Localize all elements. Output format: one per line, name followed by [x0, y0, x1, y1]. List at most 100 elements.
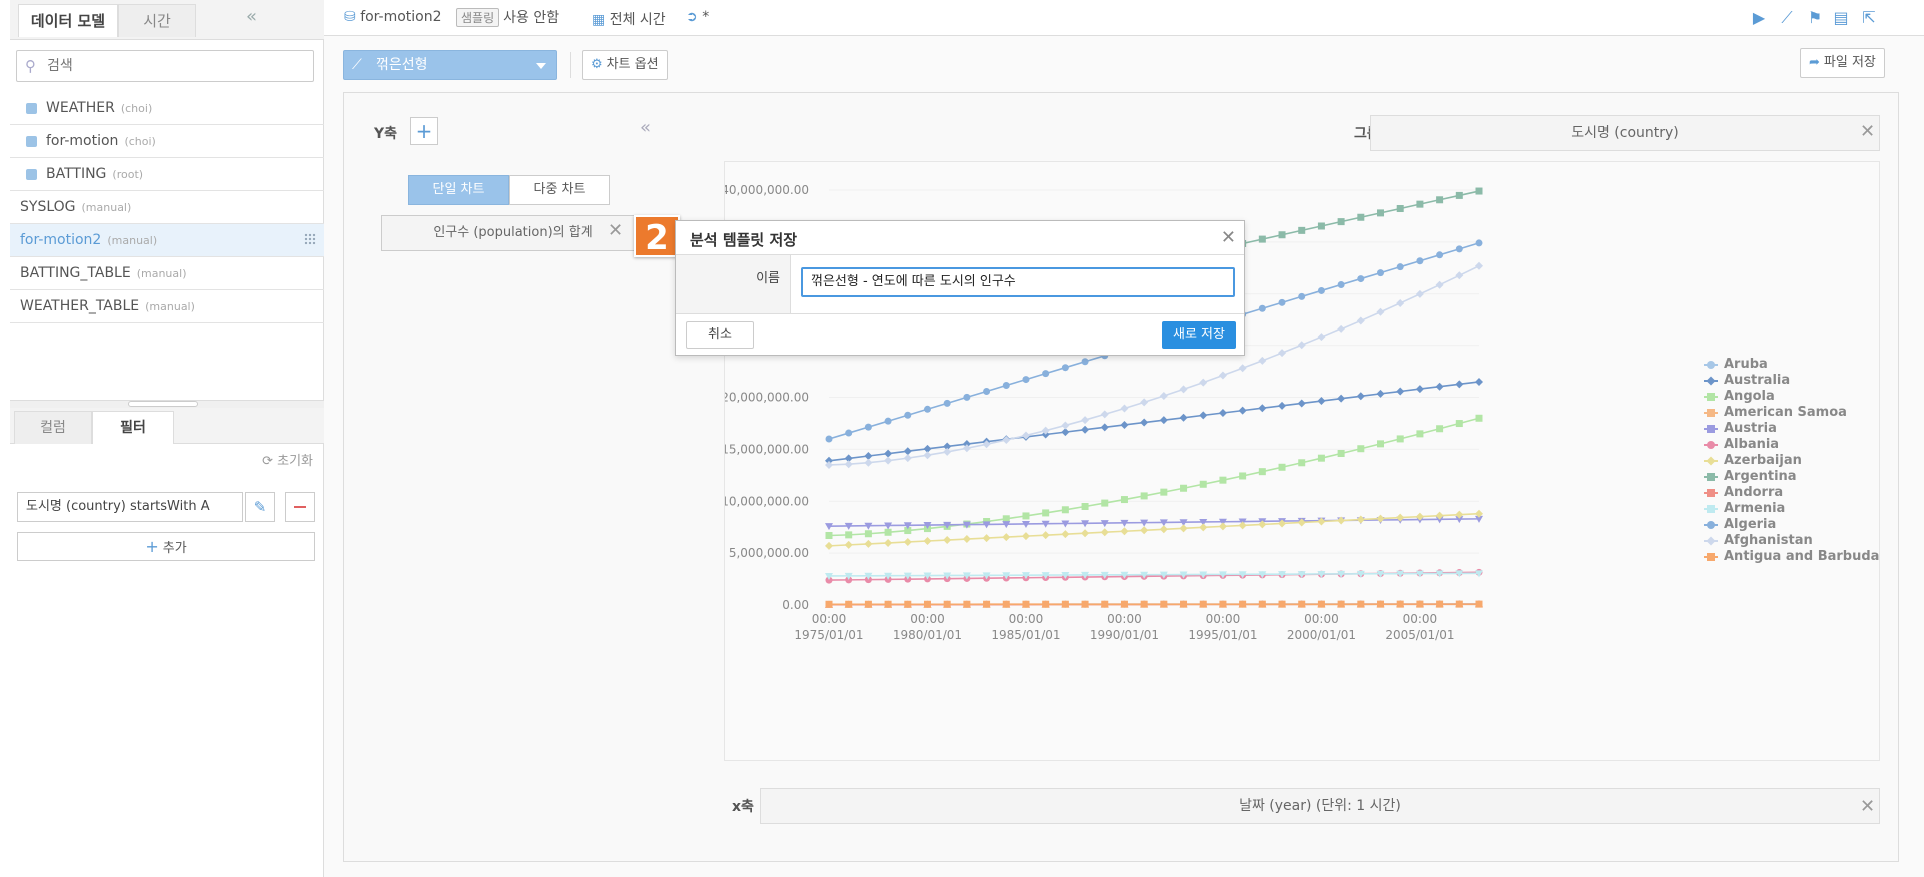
- legend-item[interactable]: Armenia: [1702, 501, 1879, 517]
- refresh-setting[interactable]: ➲ *: [686, 9, 709, 25]
- divider: [676, 313, 1244, 314]
- chart-type-select[interactable]: ⟋ 꺾은선형: [343, 50, 557, 80]
- data-point: [1278, 401, 1287, 410]
- dataset-indicator[interactable]: ⛁ for-motion2: [344, 9, 442, 25]
- data-point: [1041, 531, 1050, 540]
- tab-time[interactable]: 시간: [118, 4, 196, 37]
- legend-item[interactable]: Austria: [1702, 421, 1879, 437]
- single-chart-toggle[interactable]: 단일 차트: [408, 175, 509, 205]
- arrow-circle-icon: ➲: [686, 9, 698, 25]
- x-tick-time: 00:00: [1304, 612, 1339, 626]
- collapse-left-icon[interactable]: «: [246, 6, 257, 27]
- close-icon[interactable]: ✕: [1221, 227, 1236, 248]
- multi-chart-toggle[interactable]: 다중 차트: [509, 175, 610, 205]
- close-icon[interactable]: ✕: [1860, 798, 1875, 816]
- search-input[interactable]: [47, 56, 297, 76]
- add-label: 추가: [162, 541, 187, 556]
- legend-item[interactable]: Angola: [1702, 389, 1879, 405]
- data-point: [1081, 358, 1089, 366]
- legend-item[interactable]: Antigua and Barbuda: [1702, 549, 1879, 565]
- legend-item[interactable]: Andorra: [1702, 485, 1879, 501]
- legend-marker: [1707, 425, 1715, 433]
- dataset-item-batting[interactable]: BATTING (root): [10, 158, 324, 191]
- clipboard-icon[interactable]: ▤: [1832, 9, 1850, 27]
- data-point: [845, 429, 853, 437]
- remove-filter-button[interactable]: [285, 492, 315, 522]
- data-point: [1317, 600, 1325, 608]
- cancel-button[interactable]: 취소: [686, 321, 754, 349]
- export-icon[interactable]: ⇱: [1860, 9, 1878, 27]
- data-point: [1455, 380, 1464, 389]
- dataset-list: WEATHER (choi) for-motion (choi) BATTING (r…: [10, 92, 324, 323]
- pencil-icon[interactable]: ✎: [245, 492, 275, 522]
- legend-item[interactable]: Albania: [1702, 437, 1879, 453]
- template-name-input[interactable]: 꺾은선형 - 연도에 따른 도시의 인구수: [801, 267, 1235, 297]
- drag-handle-icon[interactable]: [304, 233, 316, 245]
- data-point: [943, 536, 952, 545]
- legend-label: Australia: [1724, 373, 1791, 388]
- pane-splitter[interactable]: [10, 400, 324, 408]
- bookmark-icon[interactable]: ⚑: [1806, 9, 1824, 27]
- dataset-item-batting-table[interactable]: BATTING_TABLE (manual): [10, 257, 324, 290]
- reset-button[interactable]: ⟳ 초기화: [262, 450, 313, 469]
- dataset-item-for-motion2[interactable]: for-motion2 (manual): [10, 224, 324, 257]
- legend-item[interactable]: Argentina: [1702, 469, 1879, 485]
- chart-options-button[interactable]: ⚙ 차트 옵션: [582, 50, 668, 80]
- data-point: [1021, 431, 1030, 440]
- splitter-handle[interactable]: [128, 401, 198, 407]
- bottom-tabs: 컬럼 필터: [10, 408, 324, 444]
- add-y-measure-button[interactable]: +: [410, 117, 438, 145]
- x-axis-field[interactable]: 날짜 (year) (단위: 1 시간): [760, 788, 1880, 824]
- legend-item[interactable]: Afghanistan: [1702, 533, 1879, 549]
- tab-columns[interactable]: 컬럼: [14, 411, 92, 444]
- save-file-label: 파일 저장: [1823, 55, 1876, 70]
- data-point: [923, 405, 931, 413]
- left-top-tabs: 데이터 모델 시간 «: [10, 0, 324, 40]
- sampling-setting[interactable]: 샘플링 사용 안함: [456, 7, 559, 27]
- link-icon: [26, 103, 37, 114]
- y-measure-chip[interactable]: 인구수 (population)의 합계: [381, 215, 645, 251]
- data-point: [1396, 205, 1404, 213]
- add-filter-button[interactable]: + 추가: [17, 532, 315, 561]
- data-point: [903, 447, 912, 456]
- data-point: [923, 536, 932, 545]
- x-tick-date: 1985/01/01: [991, 628, 1060, 642]
- tab-data-model[interactable]: 데이터 모델: [18, 4, 118, 37]
- group-field[interactable]: 도시명 (country): [1370, 115, 1880, 151]
- dataset-search[interactable]: ⚲: [16, 50, 314, 82]
- x-tick-time: 00:00: [812, 612, 847, 626]
- save-file-button[interactable]: ➦ 파일 저장: [1800, 48, 1885, 78]
- close-icon[interactable]: ✕: [1860, 123, 1875, 141]
- data-point: [1278, 463, 1286, 471]
- tab-filter[interactable]: 필터: [92, 411, 174, 444]
- chart-type-value: 꺾은선형: [376, 57, 428, 73]
- dataset-item-syslog[interactable]: SYSLOG (manual): [10, 191, 324, 224]
- link-icon: [26, 169, 37, 180]
- collapse-y-icon[interactable]: «: [640, 117, 651, 138]
- close-icon[interactable]: ✕: [608, 222, 623, 240]
- refresh-icon: ⟳: [262, 454, 273, 469]
- data-point: [1140, 526, 1149, 535]
- dataset-name: BATTING_TABLE: [20, 265, 131, 281]
- legend-item[interactable]: Algeria: [1702, 517, 1879, 533]
- dataset-item-for-motion[interactable]: for-motion (choi): [10, 125, 324, 158]
- save-new-button[interactable]: 새로 저장: [1162, 321, 1236, 349]
- line-chart-icon[interactable]: ⟋: [1778, 9, 1796, 27]
- data-point: [1061, 600, 1069, 608]
- save-template-dialog: 분석 템플릿 저장 ✕ 이름 꺾은선형 - 연도에 따른 도시의 인구수 취소 …: [675, 220, 1245, 356]
- legend-item[interactable]: American Samoa: [1702, 405, 1879, 421]
- legend-item[interactable]: Australia: [1702, 373, 1879, 389]
- data-point: [1455, 420, 1463, 428]
- data-point: [1199, 600, 1207, 608]
- database-icon: ⛁: [344, 9, 356, 25]
- legend-item[interactable]: Aruba: [1702, 357, 1879, 373]
- dataset-item-weather-table[interactable]: WEATHER_TABLE (manual): [10, 290, 324, 323]
- time-range[interactable]: ▦ 전체 시간: [592, 9, 666, 29]
- dataset-item-weather[interactable]: WEATHER (choi): [10, 92, 324, 125]
- dialog-header: 분석 템플릿 저장 ✕: [676, 221, 1244, 255]
- gear-icon: ⚙: [591, 57, 603, 72]
- play-icon[interactable]: ▶: [1750, 9, 1768, 27]
- legend-item[interactable]: Azerbaijan: [1702, 453, 1879, 469]
- filter-condition[interactable]: 도시명 (country) startsWith A: [17, 492, 243, 522]
- data-point: [1278, 600, 1286, 608]
